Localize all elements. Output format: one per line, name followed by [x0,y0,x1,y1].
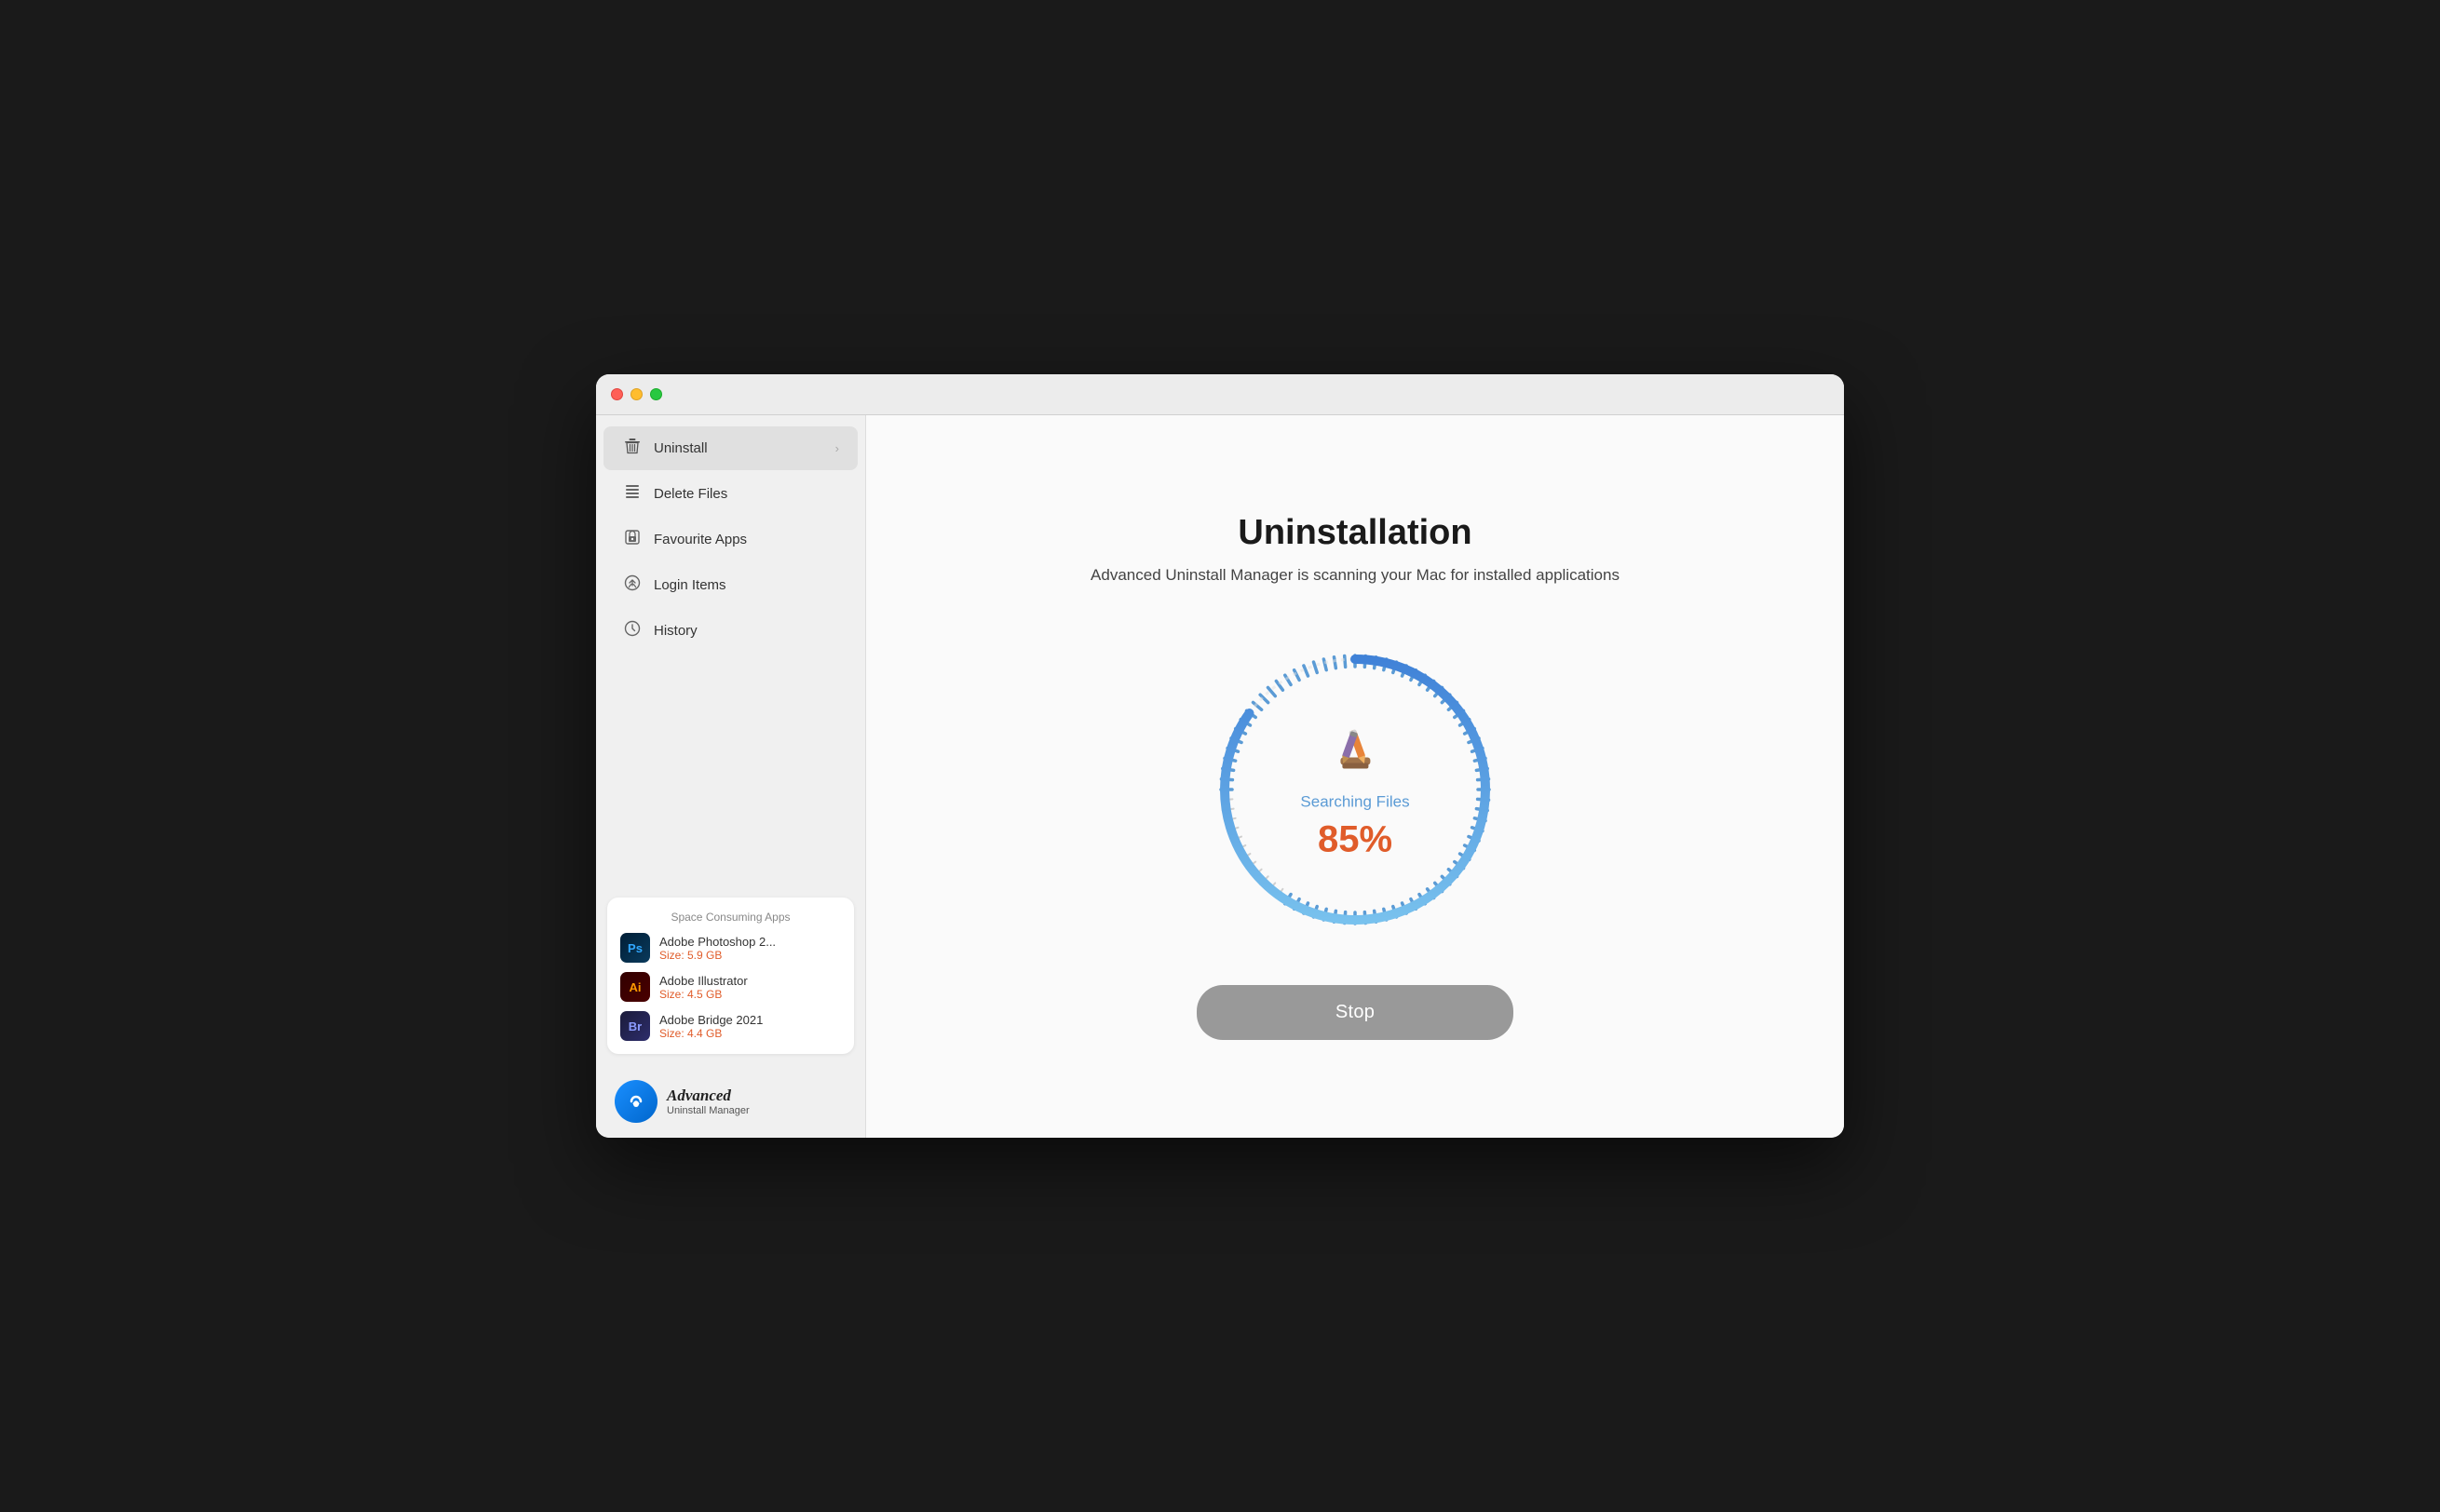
close-button[interactable] [611,388,623,400]
stop-button[interactable]: Stop [1197,985,1513,1040]
sidebar-item-label-login-items: Login Items [654,577,839,593]
traffic-lights [611,388,662,400]
bridge-icon: Br [620,1011,650,1041]
brand-logo [615,1080,657,1123]
app-name-bridge: Adobe Bridge 2021 [659,1013,763,1027]
brand-sub: Uninstall Manager [667,1105,750,1116]
page-title: Uninstallation [1238,513,1471,553]
app-size-bridge: Size: 4.4 GB [659,1027,763,1040]
app-info-photoshop: Adobe Photoshop 2... Size: 5.9 GB [659,935,776,962]
app-size-illustrator: Size: 4.5 GB [659,988,748,1001]
delete-files-icon [622,483,643,505]
login-items-icon [622,574,643,596]
minimize-button[interactable] [630,388,643,400]
progress-status-label: Searching Files [1300,793,1409,812]
app-name-photoshop: Adobe Photoshop 2... [659,935,776,949]
illustrator-icon: Ai [620,972,650,1002]
space-consuming-title: Space Consuming Apps [620,911,841,924]
titlebar [596,374,1844,415]
sidebar-item-delete-files[interactable]: Delete Files [603,472,858,516]
progress-percent: 85% [1318,819,1392,861]
sidebar-item-uninstall[interactable]: Uninstall › [603,426,858,470]
history-icon [622,620,643,641]
sidebar-item-favourite-apps[interactable]: Favourite Apps [603,518,858,561]
sidebar-item-label-uninstall: Uninstall [654,440,824,456]
sidebar-item-label-delete-files: Delete Files [654,486,839,502]
photoshop-icon: Ps [620,933,650,963]
page-subtitle: Advanced Uninstall Manager is scanning y… [1091,566,1620,585]
fullscreen-button[interactable] [650,388,662,400]
app-icon-svg [1322,719,1389,786]
trash-icon [622,438,643,459]
sidebar-item-label-history: History [654,623,839,639]
app-window: Uninstall › Delete Files [596,374,1844,1138]
app-size-photoshop: Size: 5.9 GB [659,949,776,962]
chevron-right-icon: › [835,441,839,455]
list-item: Ps Adobe Photoshop 2... Size: 5.9 GB [620,933,841,963]
progress-center: Searching Files 85% [1300,719,1409,861]
list-item: Ai Adobe Illustrator Size: 4.5 GB [620,972,841,1002]
progress-container: Searching Files 85% [1197,631,1513,948]
app-content: Uninstall › Delete Files [596,415,1844,1138]
sidebar-navigation: Uninstall › Delete Files [596,415,865,886]
app-info-bridge: Adobe Bridge 2021 Size: 4.4 GB [659,1013,763,1040]
app-name-illustrator: Adobe Illustrator [659,974,748,988]
main-content: Uninstallation Advanced Uninstall Manage… [866,415,1844,1138]
sidebar-item-label-favourite-apps: Favourite Apps [654,532,839,547]
app-info-illustrator: Adobe Illustrator Size: 4.5 GB [659,974,748,1001]
space-consuming-box: Space Consuming Apps Ps Adobe Photoshop … [607,898,854,1054]
sidebar-item-login-items[interactable]: Login Items [603,563,858,607]
brand-name: Advanced [667,1087,750,1105]
favourite-apps-icon [622,529,643,550]
list-item: Br Adobe Bridge 2021 Size: 4.4 GB [620,1011,841,1041]
brand-text: Advanced Uninstall Manager [667,1087,750,1116]
brand-footer: Advanced Uninstall Manager [596,1065,865,1138]
sidebar-item-history[interactable]: History [603,609,858,653]
sidebar: Uninstall › Delete Files [596,415,866,1138]
